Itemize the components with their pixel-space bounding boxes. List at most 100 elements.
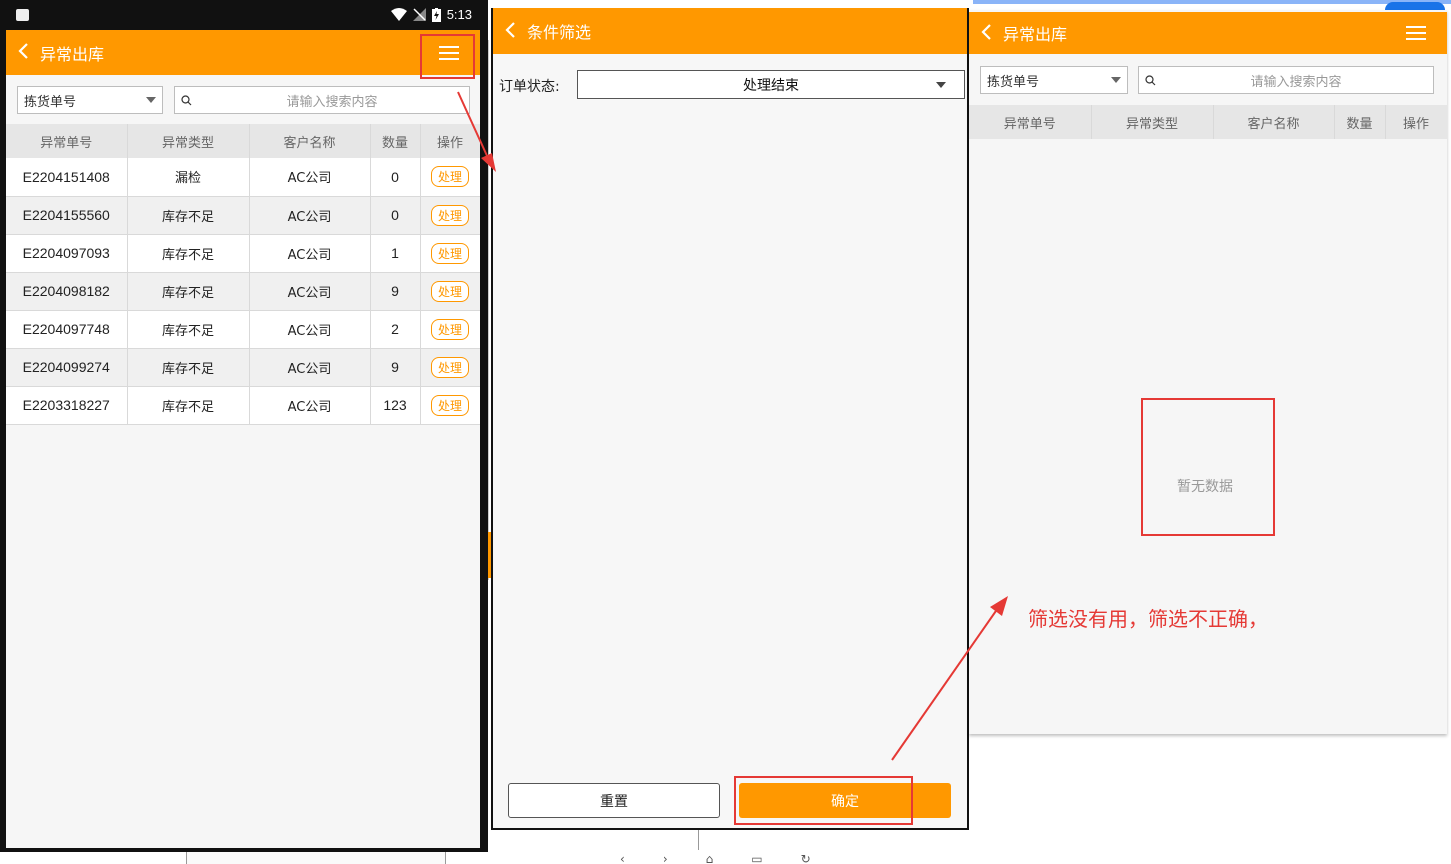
action-cell: 处理 bbox=[420, 272, 480, 311]
battery-charging-icon bbox=[431, 7, 441, 22]
table-row[interactable]: E2204155560 库存不足 AC公司 0 处理 bbox=[6, 196, 480, 235]
column-header: 客户名称 bbox=[249, 124, 371, 158]
exception-code: E2204099274 bbox=[6, 348, 128, 387]
filter-title: 条件筛选 bbox=[527, 23, 592, 42]
process-button[interactable]: 处理 bbox=[430, 318, 469, 340]
exception-code: E2204098182 bbox=[6, 272, 128, 311]
table-header-row: 异常单号 异常类型 客户名称 数量 操作 bbox=[6, 124, 480, 158]
column-header: 数量 bbox=[370, 124, 421, 158]
table-row[interactable]: E2204151408 漏检 AC公司 0 处理 bbox=[6, 158, 480, 197]
chevron-left-icon bbox=[980, 23, 991, 40]
search-placeholder: 请输入搜索内容 bbox=[286, 94, 378, 110]
search-input[interactable]: 请输入搜索内容 bbox=[174, 86, 470, 114]
table-row[interactable]: E2203318227 库存不足 AC公司 123 处理 bbox=[6, 386, 480, 425]
wifi-icon bbox=[390, 8, 407, 21]
exception-code: E2204097093 bbox=[6, 234, 128, 273]
picking-number-select-value: 拣货单号 bbox=[24, 94, 77, 110]
process-button[interactable]: 处理 bbox=[430, 166, 469, 188]
result-table: 异常单号 异常类型 客户名称 数量 操作 bbox=[969, 105, 1447, 139]
action-cell: 处理 bbox=[420, 386, 480, 425]
quantity: 1 bbox=[370, 234, 421, 273]
table-row[interactable]: E2204098182 库存不足 AC公司 9 处理 bbox=[6, 272, 480, 311]
underlying-window-fragment bbox=[186, 852, 446, 864]
result-picking-number-select[interactable]: 拣货单号 bbox=[980, 66, 1128, 94]
annotation-box-confirm bbox=[734, 776, 913, 825]
table-row[interactable]: E2204099274 库存不足 AC公司 9 处理 bbox=[6, 348, 480, 387]
nav-home-icon: ⌂ bbox=[705, 852, 714, 864]
result-picking-number-select-value: 拣货单号 bbox=[987, 74, 1040, 90]
page-title: 异常出库 bbox=[40, 44, 105, 64]
filter-back-button[interactable] bbox=[493, 21, 527, 42]
quantity: 0 bbox=[370, 158, 421, 197]
action-cell: 处理 bbox=[420, 158, 480, 197]
annotation-box-empty bbox=[1141, 398, 1275, 536]
exception-type: 库存不足 bbox=[127, 310, 250, 349]
exception-code: E2204097748 bbox=[6, 310, 128, 349]
result-filter-row: 拣货单号 请输入搜索内容 bbox=[969, 60, 1447, 102]
status-time: 5:13 bbox=[446, 7, 472, 22]
order-status-select[interactable]: 处理结束 bbox=[577, 70, 965, 99]
exception-type: 库存不足 bbox=[127, 348, 250, 387]
exception-type: 漏检 bbox=[127, 158, 250, 197]
customer-name: AC公司 bbox=[249, 310, 371, 349]
back-button[interactable] bbox=[6, 42, 40, 63]
exception-table: 异常单号 异常类型 客户名称 数量 操作 E2204151408 漏检 AC公司… bbox=[6, 124, 480, 425]
search-icon bbox=[1141, 74, 1159, 86]
column-header: 数量 bbox=[1334, 105, 1386, 139]
customer-name: AC公司 bbox=[249, 158, 371, 197]
annotation-box-menu bbox=[420, 34, 475, 79]
dropdown-caret-icon bbox=[1111, 77, 1121, 83]
filter-app-bar: 条件筛选 bbox=[493, 8, 967, 54]
customer-name: AC公司 bbox=[249, 234, 371, 273]
search-placeholder: 请输入搜索内容 bbox=[1250, 74, 1342, 90]
process-button[interactable]: 处理 bbox=[430, 394, 469, 416]
picking-number-select[interactable]: 拣货单号 bbox=[17, 86, 163, 114]
top-edge-strip-right bbox=[973, 0, 1451, 4]
screenshot-canvas: 5:13 异常出库 拣货单号 请输入搜索内容 异常单号 异常类型 客户名称 数量… bbox=[0, 0, 1451, 864]
exception-code: E2204151408 bbox=[6, 158, 128, 197]
nav-tabs-icon: ▭ bbox=[751, 852, 763, 864]
exception-type: 库存不足 bbox=[127, 234, 250, 273]
reset-button-label: 重置 bbox=[600, 793, 628, 810]
customer-name: AC公司 bbox=[249, 272, 371, 311]
action-cell: 处理 bbox=[420, 234, 480, 273]
nav-refresh-icon: ↻ bbox=[800, 852, 811, 864]
process-button[interactable]: 处理 bbox=[430, 280, 469, 302]
column-header: 操作 bbox=[420, 124, 480, 158]
process-button[interactable]: 处理 bbox=[430, 204, 469, 226]
quantity: 0 bbox=[370, 196, 421, 235]
exception-code: E2203318227 bbox=[6, 386, 128, 425]
gallery-notification-icon bbox=[16, 9, 29, 21]
result-filter-menu-button[interactable] bbox=[1399, 18, 1433, 48]
status-icons: 5:13 bbox=[390, 7, 472, 22]
exception-type: 库存不足 bbox=[127, 386, 250, 425]
quantity: 123 bbox=[370, 386, 421, 425]
order-status-select-value: 处理结束 bbox=[743, 77, 799, 94]
column-header: 客户名称 bbox=[1213, 105, 1335, 139]
customer-name: AC公司 bbox=[249, 386, 371, 425]
column-header: 异常单号 bbox=[969, 105, 1092, 139]
screen-filter-panel: 条件筛选 订单状态: 处理结束 重置 确定 bbox=[491, 8, 969, 830]
chevron-left-icon bbox=[17, 43, 28, 59]
customer-name: AC公司 bbox=[249, 348, 371, 387]
underlying-window-divider bbox=[698, 830, 699, 850]
reset-button[interactable]: 重置 bbox=[508, 783, 720, 818]
table-header-row: 异常单号 异常类型 客户名称 数量 操作 bbox=[969, 105, 1447, 139]
result-back-button[interactable] bbox=[969, 23, 1003, 44]
column-header: 异常单号 bbox=[6, 124, 128, 158]
process-button[interactable]: 处理 bbox=[430, 242, 469, 264]
exception-type: 库存不足 bbox=[127, 272, 250, 311]
action-cell: 处理 bbox=[420, 196, 480, 235]
search-icon bbox=[177, 94, 195, 106]
order-status-label: 订单状态: bbox=[499, 79, 560, 95]
process-button[interactable]: 处理 bbox=[430, 356, 469, 378]
nav-forward-icon: › bbox=[662, 852, 668, 864]
status-bar: 5:13 bbox=[6, 0, 480, 30]
column-header: 异常类型 bbox=[127, 124, 250, 158]
result-search-input[interactable]: 请输入搜索内容 bbox=[1138, 66, 1434, 94]
table-row[interactable]: E2204097748 库存不足 AC公司 2 处理 bbox=[6, 310, 480, 349]
result-page-title: 异常出库 bbox=[1003, 25, 1068, 44]
table-row[interactable]: E2204097093 库存不足 AC公司 1 处理 bbox=[6, 234, 480, 273]
quantity: 9 bbox=[370, 348, 421, 387]
system-nav-fragment: ‹ › ⌂ ▭ ↻ bbox=[620, 852, 840, 864]
